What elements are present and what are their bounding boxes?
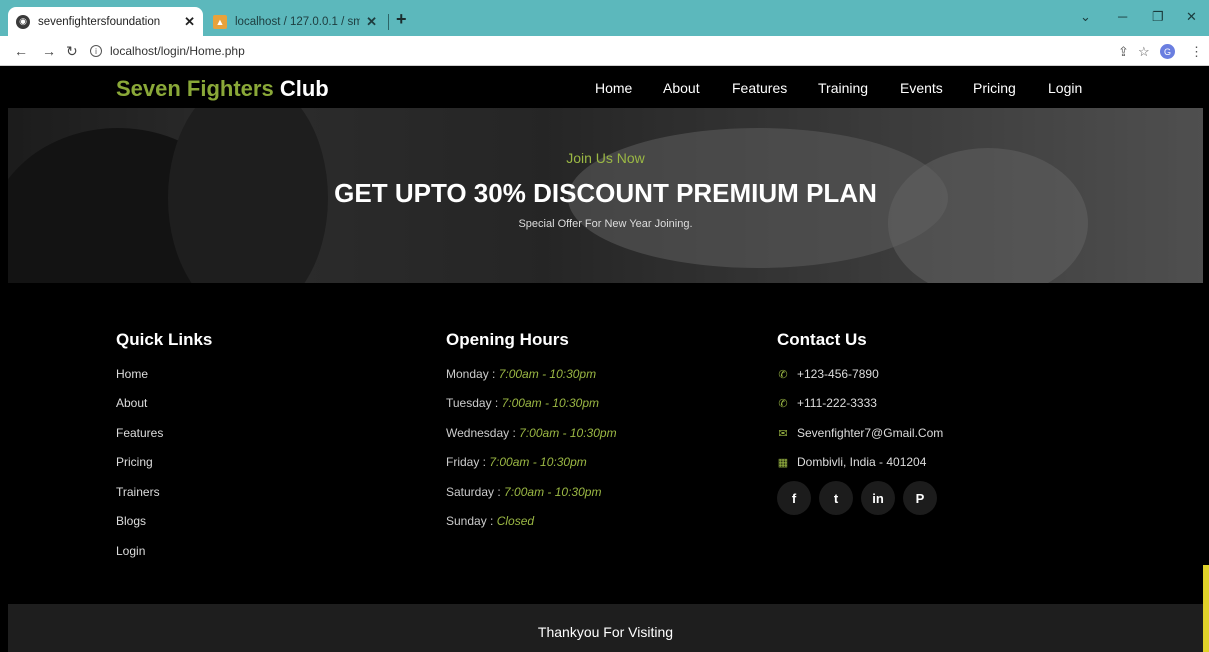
contact-text: +123-456-7890	[797, 367, 879, 381]
tab-search-icon[interactable]: ⌄	[1080, 9, 1091, 25]
address-bar: ← → ↻ i localhost/login/Home.php ⇪ ☆ G ⋮	[0, 36, 1209, 66]
site-header: Seven Fighters Club Home About Features …	[8, 66, 1203, 108]
back-arrow-icon[interactable]: ←	[14, 43, 28, 59]
tab-divider	[388, 14, 389, 30]
nav-pricing[interactable]: Pricing	[973, 80, 1016, 96]
hours-time: 7:00am - 10:30pm	[498, 367, 597, 381]
phpmyadmin-icon: ▲	[213, 14, 227, 29]
logo-part-2: Club	[279, 76, 329, 101]
browser-tab-bar: ◉ sevenfightersfoundation ✕ ▲ localhost …	[0, 0, 1209, 36]
nav-login[interactable]: Login	[1048, 80, 1082, 96]
close-tab-icon[interactable]: ✕	[184, 14, 195, 30]
phone-icon: ✆	[778, 397, 788, 410]
hours-row: Sunday : Closed	[446, 514, 534, 528]
website: Seven Fighters Club Home About Features …	[8, 66, 1203, 652]
url-text: localhost/login/Home.php	[110, 44, 245, 58]
phone-icon: ✆	[778, 368, 788, 381]
contact-address: ▦ Dombivli, India - 401204	[777, 455, 927, 469]
nav-training[interactable]: Training	[818, 80, 868, 96]
maximize-button[interactable]: ❐	[1152, 9, 1164, 25]
browser-tab-active[interactable]: ◉ sevenfightersfoundation ✕	[8, 7, 203, 36]
hero-title: GET UPTO 30% DISCOUNT PREMIUM PLAN	[334, 178, 877, 208]
info-icon[interactable]: i	[90, 45, 102, 57]
bookmark-star-icon[interactable]: ☆	[1138, 44, 1150, 60]
contact-text: Sevenfighter7@Gmail.Com	[797, 426, 944, 440]
hours-day: Tuesday :	[446, 396, 499, 410]
share-icon[interactable]: ⇪	[1118, 44, 1129, 60]
hours-time: 7:00am - 10:30pm	[489, 455, 587, 469]
hours-row: Saturday : 7:00am - 10:30pm	[446, 485, 601, 499]
nav-about[interactable]: About	[663, 80, 700, 96]
globe-icon: ◉	[16, 14, 30, 29]
hours-row: Tuesday : 7:00am - 10:30pm	[446, 396, 599, 410]
hours-time: 7:00am - 10:30pm	[501, 396, 599, 410]
footer-link-trainers[interactable]: Trainers	[116, 485, 160, 499]
hours-row: Monday : 7:00am - 10:30pm	[446, 367, 596, 381]
contact-phone-2: ✆ +111-222-3333	[777, 396, 877, 410]
site-logo[interactable]: Seven Fighters Club	[116, 76, 329, 102]
browser-tab-inactive[interactable]: ▲ localhost / 127.0.0.1 / sms / login ✕	[205, 7, 385, 36]
close-window-button[interactable]: ✕	[1186, 9, 1197, 25]
tab-title: localhost / 127.0.0.1 / sms / login	[235, 15, 361, 28]
footer-link-features[interactable]: Features	[116, 426, 163, 440]
footer-link-login[interactable]: Login	[116, 544, 145, 558]
site-footer-bar: Thankyou For Visiting	[8, 604, 1203, 652]
contact-phone-1: ✆ +123-456-7890	[777, 367, 879, 381]
nav-home[interactable]: Home	[595, 80, 632, 96]
hero-banner: Join Us Now GET UPTO 30% DISCOUNT PREMIU…	[8, 108, 1203, 283]
contact-text: Dombivli, India - 401204	[797, 455, 927, 469]
forward-arrow-icon[interactable]: →	[42, 43, 56, 59]
nav-events[interactable]: Events	[900, 80, 943, 96]
nav-features[interactable]: Features	[732, 80, 787, 96]
footer-link-blogs[interactable]: Blogs	[116, 514, 146, 528]
reload-icon[interactable]: ↻	[66, 43, 78, 60]
pinterest-icon[interactable]: P	[903, 481, 937, 515]
footer-link-about[interactable]: About	[116, 396, 147, 410]
footer-thanks-text: Thankyou For Visiting	[537, 624, 674, 640]
hero-description: Special Offer For New Year Joining.	[518, 218, 693, 230]
envelope-icon: ✉	[778, 427, 788, 440]
hero-subtitle: Join Us Now	[566, 150, 645, 166]
hours-day: Sunday :	[446, 514, 494, 528]
more-menu-icon[interactable]: ⋮	[1190, 44, 1203, 60]
profile-avatar[interactable]: G	[1160, 44, 1175, 59]
logo-part-1: Seven Fighters	[116, 76, 274, 101]
opening-hours-heading: Opening Hours	[446, 330, 569, 349]
url-field[interactable]: i localhost/login/Home.php	[90, 41, 1090, 61]
hours-time: Closed	[496, 514, 535, 528]
footer-link-pricing[interactable]: Pricing	[116, 455, 153, 469]
hours-row: Friday : 7:00am - 10:30pm	[446, 455, 587, 469]
close-tab-icon[interactable]: ✕	[366, 14, 377, 30]
hours-day: Wednesday :	[446, 426, 516, 440]
facebook-icon[interactable]: f	[777, 481, 811, 515]
hours-time: 7:00am - 10:30pm	[519, 426, 617, 440]
hours-day: Monday :	[446, 367, 496, 381]
contact-text: +111-222-3333	[797, 396, 877, 410]
contact-email: ✉ Sevenfighter7@Gmail.Com	[777, 426, 943, 440]
minimize-button[interactable]: ─	[1118, 9, 1127, 24]
hours-row: Wednesday : 7:00am - 10:30pm	[446, 426, 617, 440]
linkedin-icon[interactable]: in	[861, 481, 895, 515]
footer-link-home[interactable]: Home	[116, 367, 148, 381]
quick-links-heading: Quick Links	[116, 330, 213, 349]
tab-title: sevenfightersfoundation	[38, 15, 161, 28]
scrollbar-thumb[interactable]	[1203, 565, 1209, 652]
contact-heading: Contact Us	[777, 330, 867, 349]
new-tab-button[interactable]: +	[396, 9, 407, 30]
hours-time: 7:00am - 10:30pm	[504, 485, 602, 499]
twitter-icon[interactable]: t	[819, 481, 853, 515]
hours-day: Friday :	[446, 455, 487, 469]
hours-day: Saturday :	[446, 485, 501, 499]
map-icon: ▦	[777, 456, 789, 469]
